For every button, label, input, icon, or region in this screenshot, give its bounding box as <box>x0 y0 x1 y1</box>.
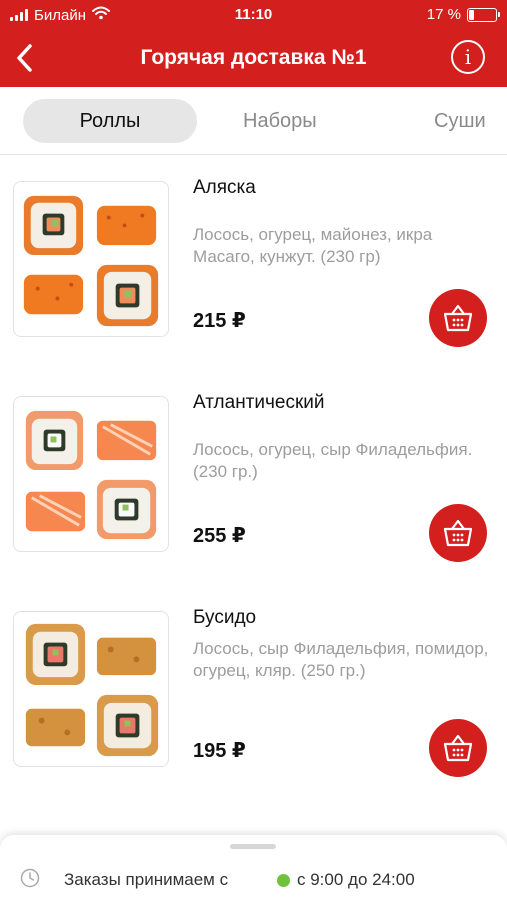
category-tabs: Роллы Наборы Суши <box>0 87 507 155</box>
basket-icon <box>443 519 473 547</box>
tab-sets[interactable]: Наборы <box>243 99 317 143</box>
battery-icon <box>467 7 500 22</box>
product-price: 215 ₽ <box>193 310 246 332</box>
product-name: Бусидо <box>193 607 257 628</box>
sushi-roll-image <box>25 410 157 540</box>
add-to-cart-button[interactable] <box>429 719 487 777</box>
sheet-drag-handle[interactable] <box>230 844 276 849</box>
page-title: Горячая доставка №1 <box>140 46 367 69</box>
product-description: Лосось, огурец, майонез, икра Масаго, ку… <box>193 225 433 266</box>
sushi-roll-image <box>25 623 159 757</box>
product-description: Лосось, огурец, сыр Филадельфия. (230 гр… <box>193 440 473 481</box>
basket-icon <box>443 734 473 762</box>
working-hours-value: с 9:00 до 24:00 <box>297 870 415 889</box>
clock-icon <box>20 868 40 888</box>
add-to-cart-button[interactable] <box>429 289 487 347</box>
info-icon: i <box>464 45 472 69</box>
header-bar: Билайн 11:10 17 % Горячая доставка №1 i <box>0 0 507 87</box>
status-right: 17 % <box>426 6 500 23</box>
product-item-alaska[interactable]: Аляска Лосось, огурец, майонез, икра Мас… <box>0 165 507 380</box>
product-item-atlantic[interactable]: Атлантический Лосось, огурец, сыр Филаде… <box>0 380 507 595</box>
navigation-bar: Горячая доставка №1 i <box>0 30 507 87</box>
add-to-cart-button[interactable] <box>429 504 487 562</box>
product-description: Лосось, сыр Филадельфия, помидор, огурец… <box>193 639 489 680</box>
product-name: Атлантический <box>193 392 325 413</box>
product-item-busido[interactable]: Бусидо Лосось, сыр Филадельфия, помидор,… <box>0 595 507 810</box>
product-image[interactable] <box>13 181 169 337</box>
product-price: 195 ₽ <box>193 740 246 762</box>
product-image[interactable] <box>13 396 169 552</box>
product-price: 255 ₽ <box>193 525 246 547</box>
tab-rolls[interactable]: Роллы <box>23 99 197 143</box>
working-hours-sheet[interactable]: Заказы принимаем с с 9:00 до 24:00 <box>0 835 507 900</box>
status-bar: Билайн 11:10 17 % <box>0 0 507 30</box>
battery-percent: 17 % <box>426 6 461 23</box>
product-name: Аляска <box>193 177 256 198</box>
tab-sushi[interactable]: Суши <box>434 99 486 143</box>
sushi-roll-image <box>23 195 159 327</box>
basket-icon <box>443 304 473 332</box>
product-image[interactable] <box>13 611 169 767</box>
open-status-indicator <box>277 874 290 887</box>
working-hours-label: Заказы принимаем с <box>64 870 229 889</box>
info-button[interactable]: i <box>451 40 485 74</box>
